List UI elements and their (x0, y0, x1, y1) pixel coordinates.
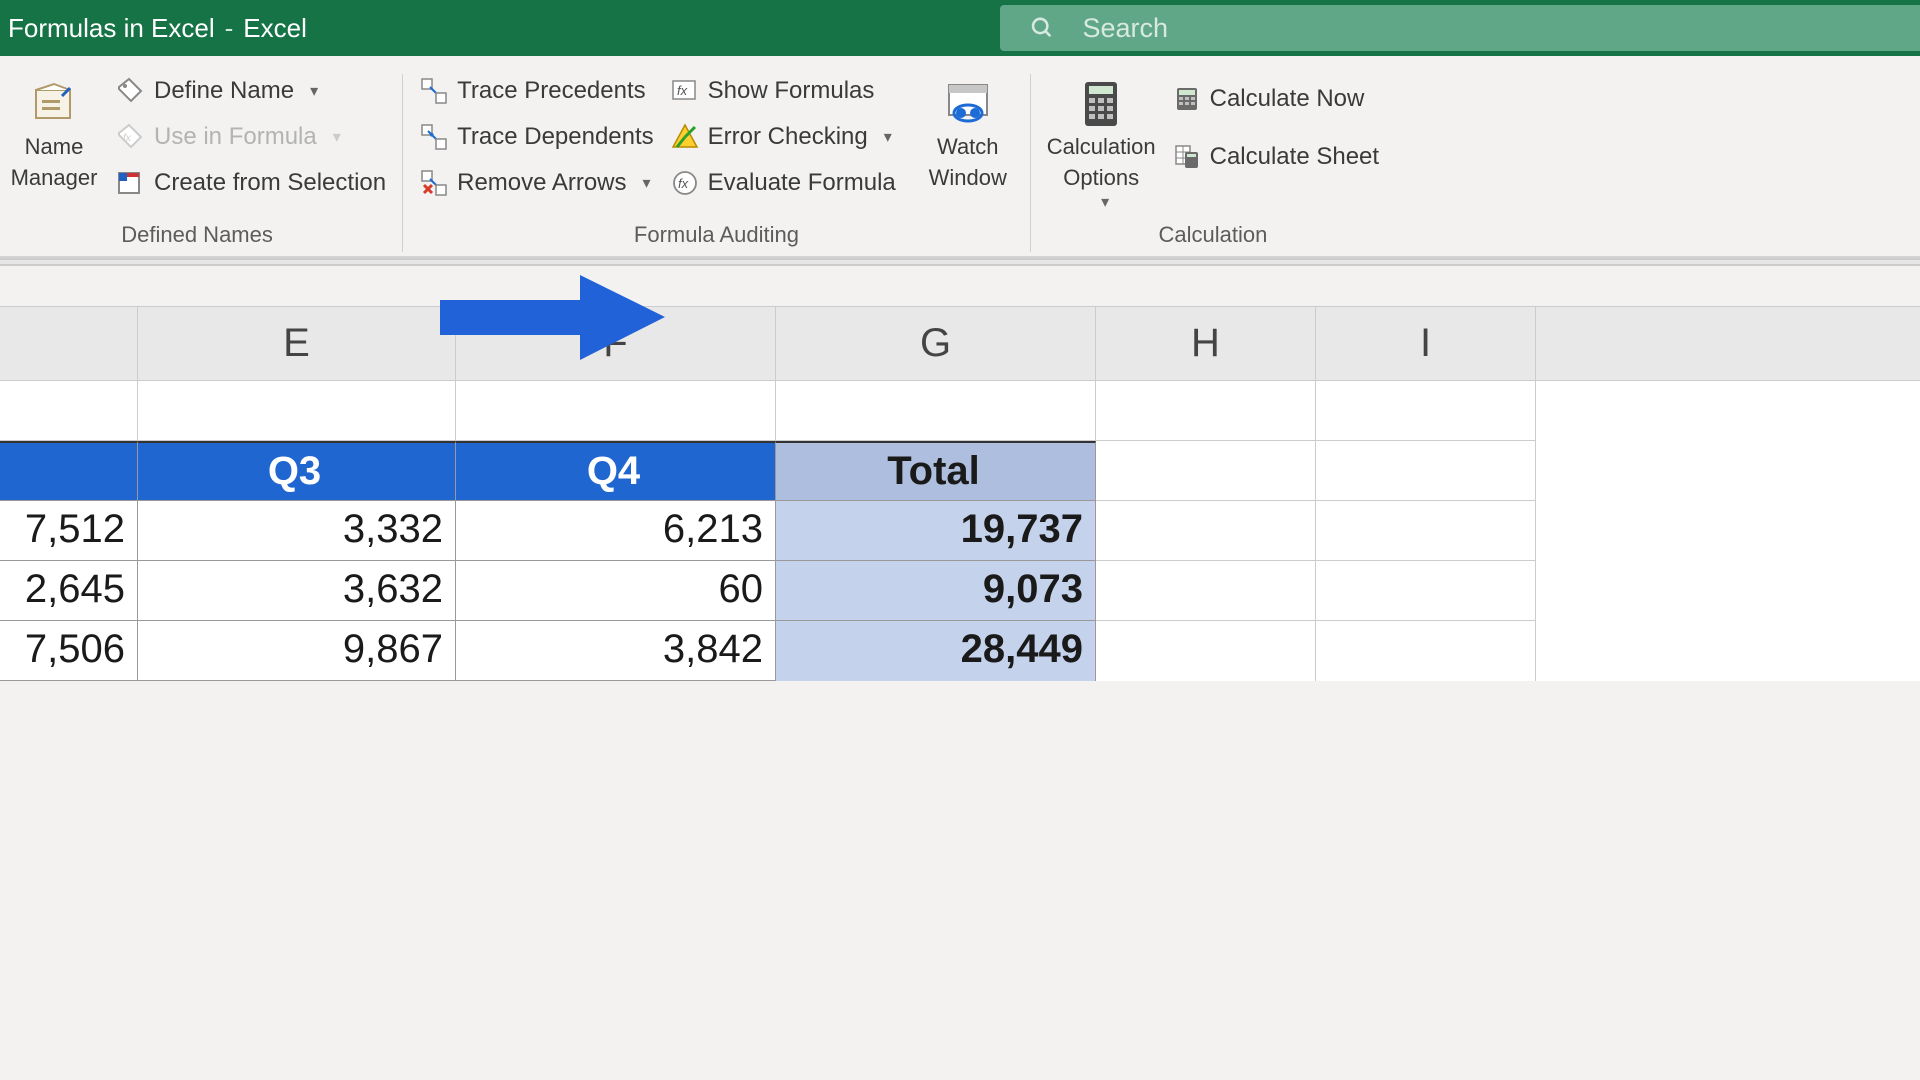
create-from-selection-label: Create from Selection (154, 169, 386, 197)
cell-total[interactable]: 28,449 (776, 621, 1096, 681)
table-header-row[interactable]: Q3 Q4 Total (0, 441, 1920, 501)
trace-precedents-icon (419, 76, 449, 106)
trace-precedents-label: Trace Precedents (457, 77, 646, 105)
col-header-f[interactable]: F (456, 307, 776, 380)
trace-dependents-button[interactable]: Trace Dependents (415, 120, 658, 154)
ribbon-divider (0, 258, 1920, 266)
name-manager-icon (32, 76, 76, 132)
show-formulas-button[interactable]: fx Show Formulas (666, 74, 900, 108)
search-input[interactable] (1082, 13, 1920, 44)
column-headers[interactable]: E F G H I (0, 306, 1920, 381)
calculate-now-icon (1172, 84, 1202, 114)
title-separator: - (225, 13, 234, 44)
cell[interactable]: 6,213 (456, 501, 776, 561)
cell-total[interactable]: 9,073 (776, 561, 1096, 621)
ribbon: Name Manager Define Name ▾ fx Use in For… (0, 56, 1920, 258)
col-header-i[interactable]: I (1316, 307, 1536, 380)
error-checking-icon (670, 122, 700, 152)
cell[interactable]: 3,632 (138, 561, 456, 621)
chevron-down-icon: ▾ (333, 127, 341, 147)
defined-names-group-label: Defined Names (121, 222, 273, 248)
chevron-down-icon: ▾ (310, 81, 318, 101)
use-in-formula-label: Use in Formula (154, 123, 317, 151)
trace-dependents-icon (419, 122, 449, 152)
cell[interactable]: 7,506 (0, 621, 138, 681)
cell[interactable]: 9,867 (138, 621, 456, 681)
search-box[interactable] (1000, 5, 1920, 51)
window-title: Formulas in Excel - Excel (0, 13, 307, 44)
show-formulas-label: Show Formulas (708, 77, 875, 105)
app-name: Excel (243, 13, 307, 44)
watch-window-button[interactable]: Watch Window (918, 74, 1018, 196)
calculate-now-button[interactable]: Calculate Now (1168, 82, 1383, 116)
name-manager-label: Name Manager (11, 132, 98, 194)
error-checking-button[interactable]: Error Checking ▾ (666, 120, 900, 154)
calculate-sheet-icon (1172, 142, 1202, 172)
define-name-button[interactable]: Define Name ▾ (112, 74, 390, 108)
cell-total[interactable]: 19,737 (776, 501, 1096, 561)
search-icon (1030, 15, 1054, 41)
trace-precedents-button[interactable]: Trace Precedents (415, 74, 658, 108)
cell[interactable]: 60 (456, 561, 776, 621)
evaluate-formula-icon: fx (670, 168, 700, 198)
create-from-selection-button[interactable]: Create from Selection (112, 166, 390, 200)
svg-text:fx: fx (677, 83, 688, 98)
fx-tag-icon: fx (116, 122, 146, 152)
svg-text:fx: fx (678, 176, 689, 191)
calculator-icon (1079, 76, 1123, 132)
title-bar: Formulas in Excel - Excel (0, 0, 1920, 56)
tag-icon (116, 76, 146, 106)
cell[interactable]: 3,332 (138, 501, 456, 561)
trace-dependents-label: Trace Dependents (457, 123, 654, 151)
evaluate-formula-label: Evaluate Formula (708, 169, 896, 197)
chevron-down-icon: ▾ (884, 127, 892, 147)
cell-q3[interactable]: Q3 (138, 441, 456, 501)
svg-text:fx: fx (123, 133, 132, 144)
cell-q2[interactable] (0, 441, 138, 501)
table-row[interactable]: 7,512 3,332 6,213 19,737 (0, 501, 1920, 561)
cell[interactable]: 2,645 (0, 561, 138, 621)
calculation-group-label: Calculation (1158, 222, 1267, 248)
name-manager-button[interactable]: Name Manager (4, 74, 104, 196)
use-in-formula-button: fx Use in Formula ▾ (112, 120, 390, 154)
spreadsheet[interactable]: E F G H I Q3 Q4 Total 7,512 3,332 6,213 … (0, 306, 1920, 681)
chevron-down-icon: ▾ (643, 173, 651, 193)
define-name-label: Define Name (154, 77, 294, 105)
group-formula-auditing: Trace Precedents Trace Dependents Remove… (403, 74, 1031, 252)
document-name: Formulas in Excel (8, 13, 215, 44)
calculate-sheet-label: Calculate Sheet (1210, 143, 1379, 171)
cell-total-header[interactable]: Total (776, 441, 1096, 501)
table-row[interactable]: 7,506 9,867 3,842 28,449 (0, 621, 1920, 681)
cell[interactable]: 7,512 (0, 501, 138, 561)
calculate-sheet-button[interactable]: Calculate Sheet (1168, 140, 1383, 174)
group-defined-names: Name Manager Define Name ▾ fx Use in For… (0, 74, 403, 252)
col-header-g[interactable]: G (776, 307, 1096, 380)
formula-auditing-group-label: Formula Auditing (634, 222, 799, 248)
col-header-blank[interactable] (0, 307, 138, 380)
create-selection-icon (116, 168, 146, 198)
watch-window-label: Watch Window (929, 132, 1007, 194)
remove-arrows-button[interactable]: Remove Arrows ▾ (415, 166, 658, 200)
table-row[interactable] (0, 381, 1920, 441)
table-row[interactable]: 2,645 3,632 60 9,073 (0, 561, 1920, 621)
remove-arrows-icon (419, 168, 449, 198)
error-checking-label: Error Checking (708, 123, 868, 151)
col-header-h[interactable]: H (1096, 307, 1316, 380)
show-formulas-icon: fx (670, 76, 700, 106)
calculation-options-label: Calculation Options (1047, 132, 1156, 194)
cell[interactable]: 3,842 (456, 621, 776, 681)
col-header-e[interactable]: E (138, 307, 456, 380)
cell-q4[interactable]: Q4 (456, 441, 776, 501)
group-calculation: Calculation Options ▾ Calculate Now Calc… (1031, 74, 1395, 252)
remove-arrows-label: Remove Arrows (457, 169, 626, 197)
chevron-down-icon: ▾ (1101, 192, 1109, 214)
calculation-options-button[interactable]: Calculation Options ▾ (1043, 74, 1160, 216)
calculate-now-label: Calculate Now (1210, 85, 1365, 113)
evaluate-formula-button[interactable]: fx Evaluate Formula (666, 166, 900, 200)
watch-window-icon (943, 76, 993, 132)
